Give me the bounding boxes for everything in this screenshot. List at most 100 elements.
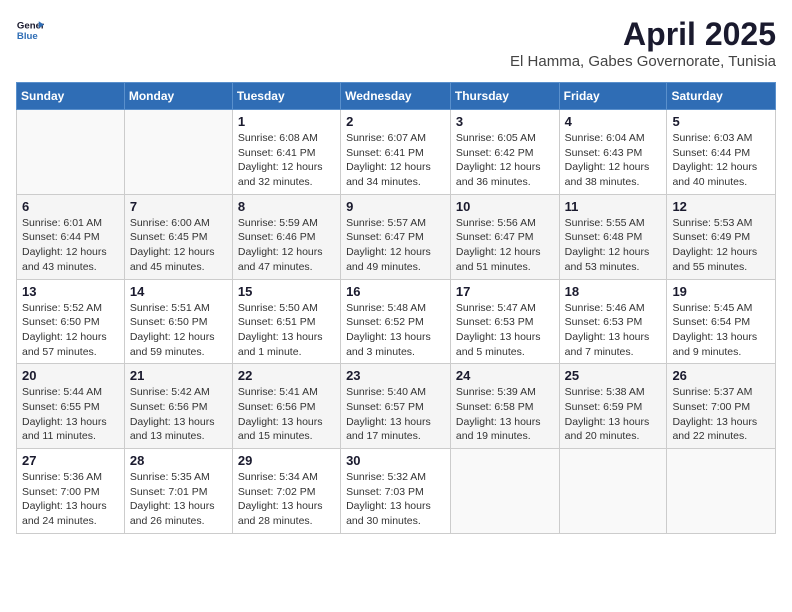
day-info: Sunrise: 6:05 AM Sunset: 6:42 PM Dayligh…: [456, 131, 554, 190]
calendar-cell: 19 Sunrise: 5:45 AM Sunset: 6:54 PM Dayli…: [667, 279, 776, 364]
day-number: 13: [22, 284, 119, 299]
day-info: Sunrise: 5:36 AM Sunset: 7:00 PM Dayligh…: [22, 470, 119, 529]
calendar-cell: [667, 449, 776, 534]
day-number: 4: [565, 114, 662, 129]
day-number: 11: [565, 199, 662, 214]
calendar-cell: 30 Sunrise: 5:32 AM Sunset: 7:03 PM Dayli…: [341, 449, 451, 534]
calendar-cell: 28Sunrise: 5:35 AM Sunset: 7:01 PM Dayli…: [124, 449, 232, 534]
calendar-cell: 25 Sunrise: 5:38 AM Sunset: 6:59 PM Dayli…: [559, 364, 667, 449]
logo: General Blue: [16, 16, 48, 44]
day-number: 18: [565, 284, 662, 299]
day-number: 24: [456, 368, 554, 383]
day-info: Sunrise: 5:46 AM Sunset: 6:53 PM Dayligh…: [565, 301, 662, 360]
day-number: 20: [22, 368, 119, 383]
calendar-cell: 1 Sunrise: 6:08 AM Sunset: 6:41 PM Daylig…: [232, 110, 340, 195]
day-info: Sunrise: 5:52 AM Sunset: 6:50 PM Dayligh…: [22, 301, 119, 360]
day-info: Sunrise: 5:50 AM Sunset: 6:51 PM Dayligh…: [238, 301, 335, 360]
day-number: 19: [672, 284, 770, 299]
calendar-week-3: 13 Sunrise: 5:52 AM Sunset: 6:50 PM Dayli…: [17, 279, 776, 364]
day-number: 6: [22, 199, 119, 214]
calendar-cell: 9Sunrise: 5:57 AM Sunset: 6:47 PM Daylig…: [341, 194, 451, 279]
day-info: Sunrise: 5:41 AM Sunset: 6:56 PM Dayligh…: [238, 385, 335, 444]
calendar-cell: 12 Sunrise: 5:53 AM Sunset: 6:49 PM Dayli…: [667, 194, 776, 279]
day-number: 22: [238, 368, 335, 383]
calendar-cell: 11Sunrise: 5:55 AM Sunset: 6:48 PM Dayli…: [559, 194, 667, 279]
day-info: Sunrise: 5:38 AM Sunset: 6:59 PM Dayligh…: [565, 385, 662, 444]
calendar-cell: 2 Sunrise: 6:07 AM Sunset: 6:41 PM Daylig…: [341, 110, 451, 195]
day-number: 3: [456, 114, 554, 129]
day-number: 10: [456, 199, 554, 214]
calendar-cell: 3 Sunrise: 6:05 AM Sunset: 6:42 PM Daylig…: [450, 110, 559, 195]
page-header: General Blue April 2025 El Hamma, Gabes …: [16, 16, 776, 70]
day-number: 12: [672, 199, 770, 214]
calendar-cell: 14 Sunrise: 5:51 AM Sunset: 6:50 PM Dayli…: [124, 279, 232, 364]
calendar-cell: 21 Sunrise: 5:42 AM Sunset: 6:56 PM Dayli…: [124, 364, 232, 449]
calendar-cell: 27Sunrise: 5:36 AM Sunset: 7:00 PM Dayli…: [17, 449, 125, 534]
calendar-cell: 8 Sunrise: 5:59 AM Sunset: 6:46 PM Daylig…: [232, 194, 340, 279]
calendar-cell: 29Sunrise: 5:34 AM Sunset: 7:02 PM Dayli…: [232, 449, 340, 534]
calendar-week-4: 20 Sunrise: 5:44 AM Sunset: 6:55 PM Dayli…: [17, 364, 776, 449]
day-info: Sunrise: 6:04 AM Sunset: 6:43 PM Dayligh…: [565, 131, 662, 190]
calendar-cell: 22 Sunrise: 5:41 AM Sunset: 6:56 PM Dayli…: [232, 364, 340, 449]
day-info: Sunrise: 5:45 AM Sunset: 6:54 PM Dayligh…: [672, 301, 770, 360]
day-info: Sunrise: 5:42 AM Sunset: 6:56 PM Dayligh…: [130, 385, 227, 444]
day-info: Sunrise: 5:44 AM Sunset: 6:55 PM Dayligh…: [22, 385, 119, 444]
calendar-header-row: SundayMondayTuesdayWednesdayThursdayFrid…: [17, 83, 776, 110]
day-info: Sunrise: 5:39 AM Sunset: 6:58 PM Dayligh…: [456, 385, 554, 444]
day-number: 17: [456, 284, 554, 299]
col-header-friday: Friday: [559, 83, 667, 110]
calendar-cell: 13 Sunrise: 5:52 AM Sunset: 6:50 PM Dayli…: [17, 279, 125, 364]
col-header-sunday: Sunday: [17, 83, 125, 110]
day-info: Sunrise: 5:40 AM Sunset: 6:57 PM Dayligh…: [346, 385, 445, 444]
col-header-thursday: Thursday: [450, 83, 559, 110]
col-header-monday: Monday: [124, 83, 232, 110]
day-number: 1: [238, 114, 335, 129]
day-number: 28: [130, 453, 227, 468]
day-info: Sunrise: 5:48 AM Sunset: 6:52 PM Dayligh…: [346, 301, 445, 360]
day-info: Sunrise: 5:47 AM Sunset: 6:53 PM Dayligh…: [456, 301, 554, 360]
calendar-cell: 20 Sunrise: 5:44 AM Sunset: 6:55 PM Dayli…: [17, 364, 125, 449]
calendar-cell: 26 Sunrise: 5:37 AM Sunset: 7:00 PM Dayli…: [667, 364, 776, 449]
day-number: 8: [238, 199, 335, 214]
day-info: Sunrise: 5:53 AM Sunset: 6:49 PM Dayligh…: [672, 216, 770, 275]
col-header-tuesday: Tuesday: [232, 83, 340, 110]
calendar-title: April 2025: [510, 16, 776, 53]
calendar-cell: [124, 110, 232, 195]
day-number: 9: [346, 199, 445, 214]
calendar-cell: [17, 110, 125, 195]
day-info: Sunrise: 5:59 AM Sunset: 6:46 PM Dayligh…: [238, 216, 335, 275]
day-number: 30: [346, 453, 445, 468]
day-info: Sunrise: 6:07 AM Sunset: 6:41 PM Dayligh…: [346, 131, 445, 190]
day-number: 25: [565, 368, 662, 383]
title-block: April 2025 El Hamma, Gabes Governorate, …: [510, 16, 776, 70]
day-info: Sunrise: 6:01 AM Sunset: 6:44 PM Dayligh…: [22, 216, 119, 275]
calendar-cell: 4 Sunrise: 6:04 AM Sunset: 6:43 PM Daylig…: [559, 110, 667, 195]
calendar-table: SundayMondayTuesdayWednesdayThursdayFrid…: [16, 82, 776, 534]
calendar-cell: [450, 449, 559, 534]
day-number: 16: [346, 284, 445, 299]
day-number: 26: [672, 368, 770, 383]
calendar-cell: 7Sunrise: 6:00 AM Sunset: 6:45 PM Daylig…: [124, 194, 232, 279]
day-number: 14: [130, 284, 227, 299]
day-info: Sunrise: 6:03 AM Sunset: 6:44 PM Dayligh…: [672, 131, 770, 190]
svg-text:Blue: Blue: [17, 31, 38, 42]
calendar-subtitle: El Hamma, Gabes Governorate, Tunisia: [510, 53, 776, 70]
day-number: 15: [238, 284, 335, 299]
calendar-cell: 15 Sunrise: 5:50 AM Sunset: 6:51 PM Dayli…: [232, 279, 340, 364]
calendar-week-1: 1 Sunrise: 6:08 AM Sunset: 6:41 PM Daylig…: [17, 110, 776, 195]
day-number: 2: [346, 114, 445, 129]
day-info: Sunrise: 5:56 AM Sunset: 6:47 PM Dayligh…: [456, 216, 554, 275]
calendar-cell: 6 Sunrise: 6:01 AM Sunset: 6:44 PM Daylig…: [17, 194, 125, 279]
logo-icon: General Blue: [16, 16, 44, 44]
day-number: 7: [130, 199, 227, 214]
calendar-cell: 5Sunrise: 6:03 AM Sunset: 6:44 PM Daylig…: [667, 110, 776, 195]
day-info: Sunrise: 6:08 AM Sunset: 6:41 PM Dayligh…: [238, 131, 335, 190]
day-number: 23: [346, 368, 445, 383]
day-info: Sunrise: 5:34 AM Sunset: 7:02 PM Dayligh…: [238, 470, 335, 529]
day-info: Sunrise: 5:37 AM Sunset: 7:00 PM Dayligh…: [672, 385, 770, 444]
calendar-cell: 16 Sunrise: 5:48 AM Sunset: 6:52 PM Dayli…: [341, 279, 451, 364]
day-number: 21: [130, 368, 227, 383]
day-info: Sunrise: 5:51 AM Sunset: 6:50 PM Dayligh…: [130, 301, 227, 360]
calendar-cell: 23 Sunrise: 5:40 AM Sunset: 6:57 PM Dayli…: [341, 364, 451, 449]
day-info: Sunrise: 5:32 AM Sunset: 7:03 PM Dayligh…: [346, 470, 445, 529]
